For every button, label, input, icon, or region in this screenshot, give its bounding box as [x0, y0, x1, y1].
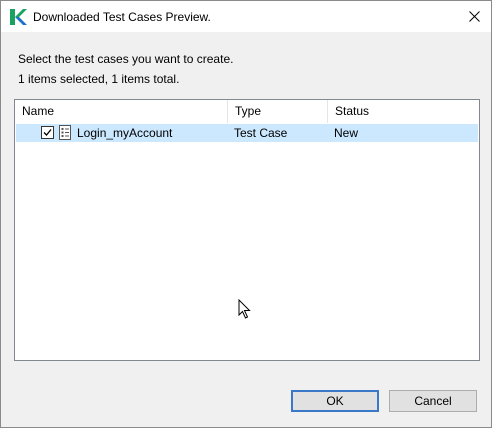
- instruction-text: Select the test cases you want to create…: [18, 52, 234, 66]
- checkmark-icon: [43, 129, 52, 136]
- dialog-title: Downloaded Test Cases Preview.: [33, 10, 211, 24]
- row-name: Login_myAccount: [77, 126, 173, 140]
- table-row[interactable]: Login_myAccount Test Case New: [16, 124, 478, 142]
- cancel-button[interactable]: Cancel: [389, 390, 477, 412]
- column-header-name[interactable]: Name: [15, 100, 228, 123]
- dialog-window: Downloaded Test Cases Preview. Select th…: [0, 0, 492, 428]
- ok-button[interactable]: OK: [291, 390, 379, 412]
- row-checkbox[interactable]: [41, 126, 54, 139]
- selection-summary: 1 items selected, 1 items total.: [18, 72, 180, 86]
- row-type: Test Case: [234, 126, 288, 140]
- katalon-logo-icon: [10, 9, 27, 25]
- mouse-cursor-icon: [238, 299, 251, 319]
- row-status: New: [334, 126, 359, 140]
- close-button[interactable]: [457, 1, 491, 32]
- tree-header: Name Type Status: [15, 100, 479, 123]
- dialog-content: Select the test cases you want to create…: [1, 32, 491, 427]
- title-bar[interactable]: Downloaded Test Cases Preview.: [1, 1, 491, 32]
- close-icon: [468, 11, 480, 22]
- column-header-type[interactable]: Type: [228, 100, 328, 123]
- test-case-icon: [59, 125, 71, 140]
- test-case-tree[interactable]: Name Type Status Login_myAccount Test Ca…: [14, 99, 480, 361]
- column-header-status[interactable]: Status: [328, 100, 479, 123]
